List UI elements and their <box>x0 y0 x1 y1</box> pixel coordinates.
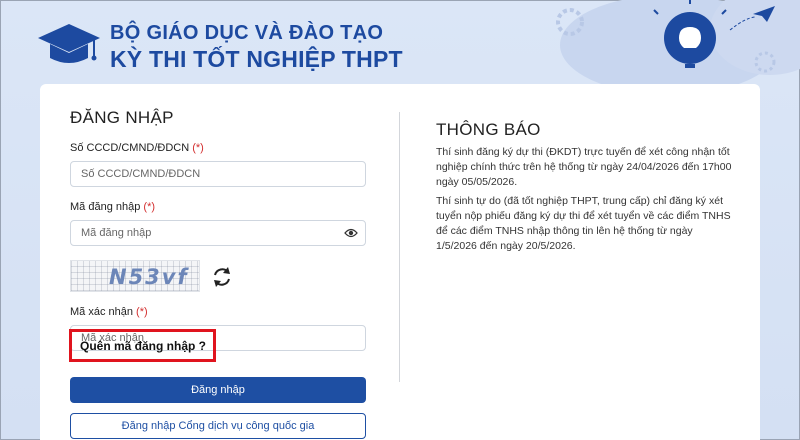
eye-icon[interactable] <box>344 227 358 239</box>
code-field <box>70 220 366 246</box>
exam-title: KỲ THI TỐT NGHIỆP THPT <box>110 46 403 72</box>
login-title: ĐĂNG NHẬP <box>70 108 174 127</box>
login-button[interactable]: Đăng nhập <box>70 377 366 403</box>
id-label: Số CCCD/CMND/ĐDCN (*) <box>70 142 366 156</box>
login-form: ĐĂNG NHẬP Số CCCD/CMND/ĐDCN (*) Mã đăng … <box>70 108 366 365</box>
code-input[interactable] <box>71 221 365 245</box>
verify-required-mark: (*) <box>136 306 148 318</box>
notice-panel: THÔNG BÁO Thí sinh đăng ký dự thi (ĐKDT)… <box>436 120 736 258</box>
divider <box>399 112 400 382</box>
refresh-icon[interactable] <box>211 266 233 288</box>
notice-paragraph-2: Thí sinh tự do (đã tốt nghiệp THPT, trun… <box>436 195 731 252</box>
header-decoration <box>556 0 800 95</box>
code-label-text: Mã đăng nhập <box>70 201 141 213</box>
id-field <box>70 161 366 187</box>
id-input[interactable] <box>71 162 365 186</box>
verify-label: Mã xác nhận (*) <box>70 306 366 320</box>
verify-label-text: Mã xác nhận <box>70 306 133 318</box>
captcha-row: N53vf <box>70 260 366 300</box>
graduation-cap-icon <box>38 24 100 63</box>
captcha-image: N53vf <box>70 260 200 292</box>
captcha-text: N53vf <box>109 265 189 289</box>
notice-paragraph-1: Thí sinh đăng ký dự thi (ĐKDT) trực tuyế… <box>436 146 732 188</box>
header: BỘ GIÁO DỤC VÀ ĐÀO TẠO KỲ THI TỐT NGHIỆP… <box>0 0 800 95</box>
ministry-title: BỘ GIÁO DỤC VÀ ĐÀO TẠO <box>110 22 384 44</box>
id-label-text: Số CCCD/CMND/ĐDCN <box>70 142 190 154</box>
national-portal-login-button[interactable]: Đăng nhập Cổng dịch vụ công quốc gia <box>70 413 366 439</box>
login-card: ĐĂNG NHẬP Số CCCD/CMND/ĐDCN (*) Mã đăng … <box>40 84 760 440</box>
forgot-code-link[interactable]: Quên mã đăng nhập ? <box>80 339 206 353</box>
code-required-mark: (*) <box>143 201 156 213</box>
id-required-mark: (*) <box>192 142 204 154</box>
code-label: Mã đăng nhập (*) <box>70 201 366 215</box>
notice-title: THÔNG BÁO <box>436 120 541 139</box>
